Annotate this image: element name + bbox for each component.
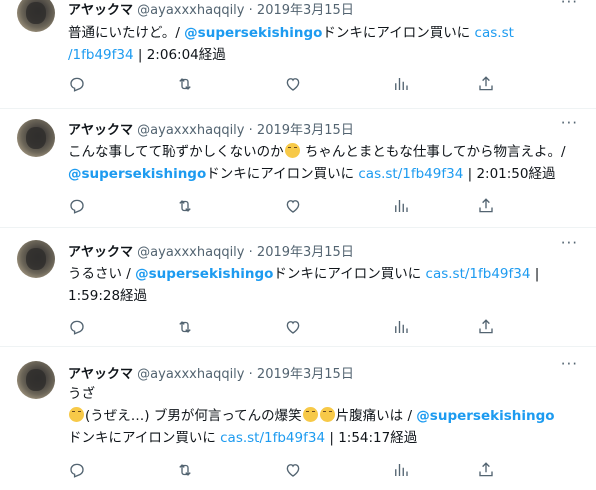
elapsed-time: 1:54:17経過	[338, 430, 418, 446]
like-icon[interactable]	[284, 461, 302, 479]
reply-icon[interactable]	[68, 318, 86, 336]
reply-icon[interactable]	[68, 461, 86, 479]
share-icon[interactable]	[477, 197, 495, 215]
tweet-text: 普通にいたけど。/ @supersekishingoドンキにアイロン買いに ca…	[68, 22, 583, 66]
separator-dot: ·	[248, 245, 253, 260]
tweet-header: アヤックマ @ayaxxxhaqqily · 2019年3月15日	[68, 241, 354, 260]
url-link[interactable]: /1fb49f34	[68, 47, 134, 63]
user-handle[interactable]: @ayaxxxhaqqily	[137, 367, 244, 382]
like-icon[interactable]	[284, 75, 302, 93]
joy-emoji-icon	[319, 407, 335, 422]
more-icon[interactable]: ···	[561, 114, 578, 132]
text-segment: ちゃんとまともな仕事してから物言えよ。/	[300, 144, 566, 160]
joy-emoji-icon	[284, 143, 300, 158]
more-icon[interactable]: ···	[561, 355, 578, 373]
tweet[interactable]: アヤックマ @ayaxxxhaqqily · 2019年3月15日 ··· うざ…	[0, 347, 596, 490]
share-icon[interactable]	[477, 461, 495, 479]
views-icon[interactable]	[392, 75, 410, 93]
display-name[interactable]: アヤックマ	[68, 123, 133, 138]
text-segment: ドンキにアイロン買いに	[206, 166, 359, 182]
views-icon[interactable]	[392, 461, 410, 479]
separator-dot: ·	[248, 3, 253, 18]
retweet-icon[interactable]	[176, 318, 194, 336]
views-icon[interactable]	[392, 318, 410, 336]
text-segment: うるさい /	[68, 266, 136, 282]
timeline: アヤックマ @ayaxxxhaqqily · 2019年3月15日 ··· 普通…	[0, 0, 596, 490]
text-segment: ドンキにアイロン買いに	[322, 25, 475, 41]
separator: |	[463, 166, 477, 182]
url-link[interactable]: cas.st/1fb49f34	[220, 430, 325, 446]
text-segment: (うぜえ…) ブ男が何言ってんの爆笑	[85, 408, 302, 424]
mention-link[interactable]: @supersekishingo	[184, 25, 322, 41]
share-icon[interactable]	[477, 318, 495, 336]
mention-link[interactable]: @supersekishingo	[135, 266, 273, 282]
tweet-date[interactable]: 2019年3月15日	[257, 245, 354, 260]
elapsed-time: 1:59:28経過	[68, 288, 148, 304]
reply-icon[interactable]	[68, 197, 86, 215]
display-name[interactable]: アヤックマ	[68, 3, 133, 18]
tweet[interactable]: アヤックマ @ayaxxxhaqqily · 2019年3月15日 ··· うる…	[0, 228, 596, 347]
avatar[interactable]	[17, 361, 55, 399]
tweet-actions	[68, 318, 508, 340]
retweet-icon[interactable]	[176, 197, 194, 215]
tweet-text: うざ (うぜえ…) ブ男が何言ってんの爆笑 片腹痛いは / @supersekis…	[68, 383, 583, 449]
avatar[interactable]	[17, 0, 55, 32]
separator: |	[133, 47, 147, 63]
text-segment: こんな事してて恥ずかしくないのか	[68, 144, 284, 160]
tweet-text: こんな事してて恥ずかしくないのか ちゃんとまともな仕事してから物言えよ。/ @s…	[68, 141, 583, 185]
like-icon[interactable]	[284, 318, 302, 336]
text-segment: うざ	[68, 386, 95, 402]
separator: |	[325, 430, 339, 446]
avatar[interactable]	[17, 240, 55, 278]
url-link[interactable]: cas.st/1fb49f34	[358, 166, 463, 182]
tweet-text: うるさい / @supersekishingoドンキにアイロン買いに cas.s…	[68, 263, 583, 307]
user-handle[interactable]: @ayaxxxhaqqily	[137, 123, 244, 138]
user-handle[interactable]: @ayaxxxhaqqily	[137, 245, 244, 260]
tweet[interactable]: アヤックマ @ayaxxxhaqqily · 2019年3月15日 ··· こん…	[0, 109, 596, 228]
avatar[interactable]	[17, 119, 55, 157]
retweet-icon[interactable]	[176, 75, 194, 93]
tweet-actions	[68, 461, 508, 483]
tweet[interactable]: アヤックマ @ayaxxxhaqqily · 2019年3月15日 ··· 普通…	[0, 0, 596, 109]
tweet-actions	[68, 197, 508, 219]
more-icon[interactable]: ···	[561, 234, 578, 252]
views-icon[interactable]	[392, 197, 410, 215]
separator-dot: ·	[248, 367, 253, 382]
tweet-date[interactable]: 2019年3月15日	[257, 123, 354, 138]
display-name[interactable]: アヤックマ	[68, 245, 133, 260]
tweet-date[interactable]: 2019年3月15日	[257, 3, 354, 18]
separator: |	[530, 266, 540, 282]
joy-emoji-icon	[302, 407, 318, 422]
mention-link[interactable]: @supersekishingo	[68, 166, 206, 182]
mention-link[interactable]: @supersekishingo	[416, 408, 554, 424]
user-handle[interactable]: @ayaxxxhaqqily	[137, 3, 244, 18]
tweet-header: アヤックマ @ayaxxxhaqqily · 2019年3月15日	[68, 0, 354, 18]
url-link[interactable]: cas.st/1fb49f34	[426, 266, 531, 282]
like-icon[interactable]	[284, 197, 302, 215]
display-name[interactable]: アヤックマ	[68, 367, 133, 382]
tweet-header: アヤックマ @ayaxxxhaqqily · 2019年3月15日	[68, 363, 354, 382]
tweet-actions	[68, 75, 508, 97]
url-link[interactable]: cas.st	[475, 25, 514, 41]
separator-dot: ·	[248, 123, 253, 138]
sweat-smile-emoji-icon	[69, 407, 84, 422]
text-segment: 片腹痛いは /	[335, 408, 417, 424]
retweet-icon[interactable]	[176, 461, 194, 479]
more-icon[interactable]: ···	[561, 0, 578, 11]
text-segment: ドンキにアイロン買いに	[68, 430, 221, 446]
elapsed-time: 2:06:04経過	[146, 47, 226, 63]
tweet-date[interactable]: 2019年3月15日	[257, 367, 354, 382]
elapsed-time: 2:01:50経過	[476, 166, 556, 182]
text-segment: 普通にいたけど。/	[68, 25, 185, 41]
share-icon[interactable]	[477, 75, 495, 93]
reply-icon[interactable]	[68, 75, 86, 93]
tweet-header: アヤックマ @ayaxxxhaqqily · 2019年3月15日	[68, 119, 354, 138]
text-segment: ドンキにアイロン買いに	[273, 266, 426, 282]
